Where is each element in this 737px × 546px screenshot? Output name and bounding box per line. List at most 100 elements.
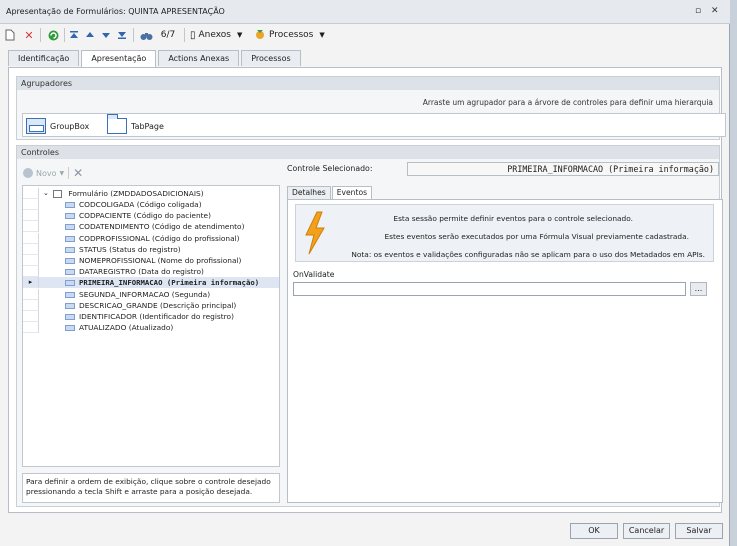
lightning-icon (305, 211, 325, 255)
eventos-line2: Estes eventos serão executados por uma F… (384, 232, 689, 241)
binoculars-icon[interactable] (139, 27, 153, 43)
tree-item[interactable]: ▸ PRIMEIRA_INFORMACAO (Primeira informaçã… (23, 277, 279, 289)
window-title: Apresentação de Formulários: QUINTA APRE… (6, 7, 225, 16)
tree-item-label: CODCOLIGADA (Código coligada) (79, 200, 202, 209)
groupbox-icon (26, 118, 46, 134)
tabpage-item[interactable]: TabPage (107, 114, 164, 135)
tree-item[interactable]: DATAREGISTRO (Data do registro) (23, 266, 279, 278)
tree-item-label: IDENTIFICADOR (Identificador do registro… (79, 312, 234, 321)
controles-group: Controles Novo ▼ ✕ ⌄ Formulário (ZMDDADO… (16, 145, 723, 507)
field-icon (65, 302, 75, 309)
field-icon (65, 235, 75, 242)
previous-record-icon[interactable] (84, 27, 96, 43)
attachment-icon: ▯ (190, 29, 196, 41)
tab-detalhes[interactable]: Detalhes (287, 186, 331, 199)
tree-item[interactable]: CODPROFISSIONAL (Código do profissional) (23, 232, 279, 244)
tree-item-label: DESCRICAO_GRANDE (Descrição principal) (79, 300, 237, 310)
tree-item[interactable]: CODCOLIGADA (Código coligada) (23, 199, 279, 210)
first-record-icon[interactable] (68, 27, 80, 43)
tree-item-label: NOMEPROFISSIONAL (Nome do profissional) (79, 256, 242, 265)
save-button[interactable]: Salvar (675, 523, 723, 539)
delete-icon[interactable]: ✕ (22, 27, 36, 43)
eventos-notice: Esta sessão permite definir eventos para… (295, 204, 714, 262)
tree-item-label: STATUS (Status do registro) (79, 244, 181, 254)
controles-toolbar: Novo ▼ ✕ (23, 164, 83, 182)
chevron-down-icon: ▼ (59, 169, 65, 177)
tabpage-icon (107, 114, 127, 134)
field-icon (65, 291, 75, 298)
tree-item[interactable]: CODPACIENTE (Código do paciente) (23, 210, 279, 222)
tree-item[interactable]: IDENTIFICADOR (Identificador do registro… (23, 311, 279, 322)
tree-root[interactable]: ⌄ Formulário (ZMDDADOSADICIONAIS) (23, 188, 279, 199)
restore-icon[interactable]: ▫ (695, 6, 701, 16)
tree-item-label: ATUALIZADO (Atualizado) (79, 323, 174, 333)
onvalidate-input[interactable] (293, 282, 686, 296)
tree-item-label: DATAREGISTRO (Data do registro) (79, 267, 204, 277)
field-icon (65, 202, 75, 208)
controls-tree: ⌄ Formulário (ZMDDADOSADICIONAIS) CODCOL… (22, 185, 280, 467)
tree-item[interactable]: CODATENDIMENTO (Código de atendimento) (23, 221, 279, 233)
main-toolbar: ✕ 6/7 ▯ Anexos ▼ Processos ▼ (0, 24, 730, 46)
field-icon (65, 224, 75, 231)
cancel-button[interactable]: Cancelar (623, 523, 670, 539)
field-icon (65, 246, 75, 253)
field-icon (65, 280, 75, 287)
chevron-down-icon: ▼ (237, 31, 243, 39)
detail-tabs: Detalhes Eventos (287, 186, 373, 200)
tab-processos[interactable]: Processos (241, 50, 301, 66)
remove-icon[interactable]: ✕ (73, 166, 83, 180)
eventos-panel: Esta sessão permite definir eventos para… (287, 199, 723, 503)
tree-item-label: CODPROFISSIONAL (Código do profissional) (79, 233, 240, 243)
field-icon (65, 258, 75, 264)
process-gear-icon (254, 28, 266, 43)
ok-button[interactable]: OK (570, 523, 618, 539)
field-icon (65, 314, 75, 320)
selected-control-label: Controle Selecionado: (287, 164, 373, 173)
field-icon (65, 325, 75, 332)
field-icon (65, 269, 75, 276)
last-record-icon[interactable] (116, 27, 128, 43)
tab-apresentacao[interactable]: Apresentação (81, 50, 157, 68)
tree-item[interactable]: ATUALIZADO (Atualizado) (23, 322, 279, 334)
tree-item[interactable]: NOMEPROFISSIONAL (Nome do profissional) (23, 255, 279, 266)
form-presentation-window: Apresentação de Formulários: QUINTA APRE… (0, 0, 730, 546)
record-counter: 6/7 (160, 30, 176, 40)
tab-identificacao[interactable]: Identificação (8, 50, 80, 66)
add-icon (23, 168, 33, 178)
main-tabs: Identificação Apresentação Actions Anexa… (8, 50, 303, 68)
onvalidate-browse-button[interactable]: ... (690, 282, 707, 296)
novo-button[interactable]: Novo ▼ (23, 168, 64, 178)
tree-item[interactable]: DESCRICAO_GRANDE (Descrição principal) (23, 299, 279, 311)
agrupadores-hint: Arraste um agrupador para a árvore de co… (422, 98, 713, 107)
reorder-hint: Para definir a ordem de exibição, clique… (22, 473, 280, 503)
tree-item-label: CODATENDIMENTO (Código de atendimento) (79, 222, 245, 232)
field-icon (65, 213, 75, 220)
form-icon (53, 190, 62, 198)
tree-item-label: SEGUNDA_INFORMACAO (Segunda) (79, 289, 211, 299)
controles-title: Controles (17, 146, 719, 159)
tree-item[interactable]: SEGUNDA_INFORMACAO (Segunda) (23, 288, 279, 300)
processos-menu[interactable]: Processos ▼ (254, 27, 334, 43)
refresh-icon[interactable] (46, 27, 60, 43)
agrupadores-group: Agrupadores Arraste um agrupador para a … (16, 76, 726, 140)
chevron-down-icon[interactable]: ⌄ (43, 188, 49, 199)
groupbox-item[interactable]: GroupBox (26, 117, 89, 135)
anexos-menu[interactable]: ▯ Anexos ▼ (190, 27, 250, 43)
tab-eventos[interactable]: Eventos (331, 186, 373, 200)
next-record-icon[interactable] (100, 27, 112, 43)
tree-item-label: PRIMEIRA_INFORMACAO (Primeira informação… (79, 278, 260, 288)
row-pointer-icon: ▸ (23, 277, 39, 289)
apresentacao-page: Agrupadores Arraste um agrupador para a … (8, 67, 726, 513)
selected-control-field: PRIMEIRA_INFORMACAO (Primeira informação… (407, 162, 719, 176)
tab-actions-anexas[interactable]: Actions Anexas (158, 50, 240, 66)
eventos-line3: Nota: os eventos e validações configurad… (351, 250, 705, 259)
agrupadores-palette: GroupBox TabPage (22, 113, 726, 137)
tree-item[interactable]: STATUS (Status do registro) (23, 243, 279, 255)
onvalidate-label: OnValidate (293, 270, 335, 279)
title-bar: Apresentação de Formulários: QUINTA APRE… (0, 0, 730, 24)
tree-item-label: CODPACIENTE (Código do paciente) (79, 211, 211, 221)
agrupadores-title: Agrupadores (17, 77, 719, 90)
new-document-icon[interactable] (4, 27, 16, 43)
chevron-down-icon: ▼ (319, 31, 325, 39)
close-icon[interactable]: ✕ (711, 6, 719, 16)
